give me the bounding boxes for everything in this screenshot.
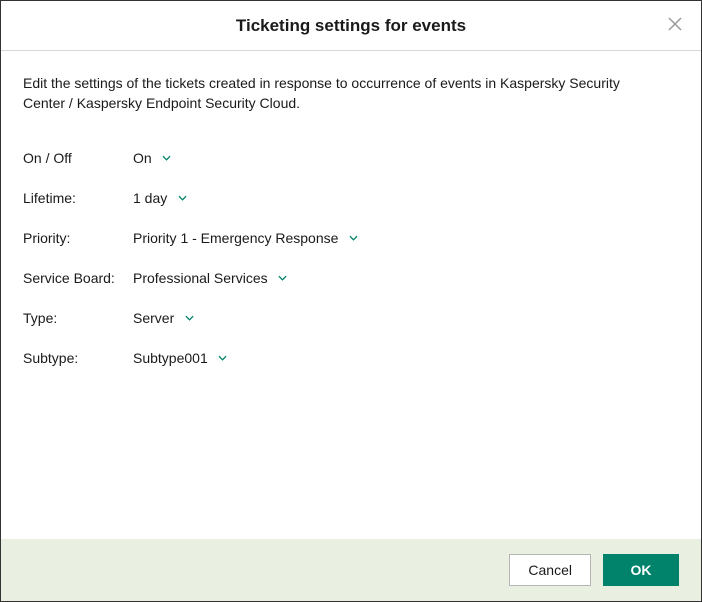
value-lifetime: 1 day — [133, 190, 167, 206]
value-subtype: Subtype001 — [133, 350, 208, 366]
dropdown-subtype[interactable]: Subtype001 — [133, 350, 679, 366]
dropdown-type[interactable]: Server — [133, 310, 679, 326]
dialog-footer: Cancel OK — [1, 539, 701, 601]
value-priority: Priority 1 - Emergency Response — [133, 230, 338, 246]
label-type: Type: — [23, 310, 133, 326]
chevron-down-icon — [177, 193, 187, 203]
dropdown-onoff[interactable]: On — [133, 150, 679, 166]
dialog-description: Edit the settings of the tickets created… — [23, 73, 663, 114]
chevron-down-icon — [278, 273, 288, 283]
chevron-down-icon — [162, 153, 172, 163]
chevron-down-icon — [184, 313, 194, 323]
value-onoff: On — [133, 150, 152, 166]
dropdown-lifetime[interactable]: 1 day — [133, 190, 679, 206]
label-priority: Priority: — [23, 230, 133, 246]
ok-button[interactable]: OK — [603, 554, 679, 586]
dialog-body: Edit the settings of the tickets created… — [1, 51, 701, 539]
cancel-button[interactable]: Cancel — [509, 554, 591, 586]
label-onoff: On / Off — [23, 150, 133, 166]
value-service-board: Professional Services — [133, 270, 268, 286]
chevron-down-icon — [348, 233, 358, 243]
close-button[interactable] — [665, 16, 685, 36]
dialog-header: Ticketing settings for events — [1, 1, 701, 51]
dropdown-service-board[interactable]: Professional Services — [133, 270, 679, 286]
label-service-board: Service Board: — [23, 270, 133, 286]
dialog-ticketing-settings: Ticketing settings for events Edit the s… — [0, 0, 702, 602]
chevron-down-icon — [218, 353, 228, 363]
dropdown-priority[interactable]: Priority 1 - Emergency Response — [133, 230, 679, 246]
value-type: Server — [133, 310, 174, 326]
label-lifetime: Lifetime: — [23, 190, 133, 206]
settings-grid: On / Off On Lifetime: 1 day Priority: Pr… — [23, 150, 679, 366]
close-icon — [668, 17, 682, 34]
label-subtype: Subtype: — [23, 350, 133, 366]
dialog-title: Ticketing settings for events — [236, 16, 466, 36]
